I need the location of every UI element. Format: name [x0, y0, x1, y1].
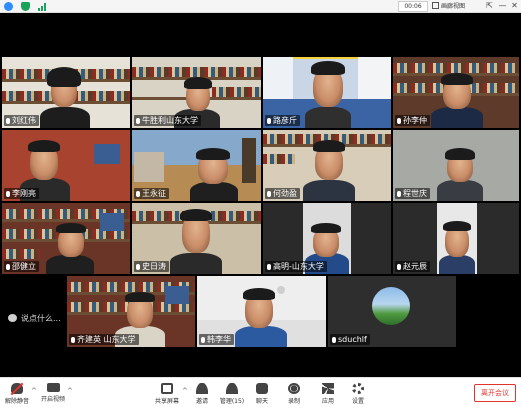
audio-options-caret[interactable]: ^: [31, 387, 37, 395]
participant-name: 程世庆: [395, 188, 430, 199]
start-video-button[interactable]: 开启视频: [40, 383, 66, 403]
video-tile[interactable]: 孙李仲: [393, 57, 519, 128]
mic-muted-icon: [267, 118, 271, 124]
participant-name: 刘红伟: [4, 115, 39, 126]
meeting-timer: 00:06: [398, 1, 428, 12]
video-tile[interactable]: 刘红伟: [2, 57, 130, 128]
video-tile[interactable]: 齐建英 山东大学: [67, 276, 195, 347]
video-tile[interactable]: 邵健立: [2, 203, 130, 274]
mic-muted-icon: [397, 191, 401, 197]
record-icon: [288, 383, 300, 394]
video-tile[interactable]: 李刚亮: [2, 130, 130, 201]
video-tile[interactable]: 何劲盈: [263, 130, 391, 201]
meeting-toolbar: 解除静音 ^ 开启视频 ^ 共享屏幕 ^ 邀请 管理(15) 聊天 录制 应用 …: [0, 377, 521, 409]
video-tile[interactable]: 王永征: [132, 130, 261, 201]
video-tile[interactable]: 程世庆: [393, 130, 519, 201]
close-window-button[interactable]: ✕: [509, 0, 520, 12]
gear-icon: [352, 383, 364, 394]
participant-name: 高明-山东大学: [265, 261, 327, 272]
participant-name: 王永征: [134, 188, 169, 199]
participant-name: 齐建英 山东大学: [69, 334, 139, 345]
camera-icon: [46, 383, 60, 392]
mic-muted-icon: [397, 264, 401, 270]
unmute-button[interactable]: 解除静音: [4, 383, 30, 405]
mic-muted-icon: [6, 118, 10, 124]
participant-name: sduchlf: [330, 334, 370, 345]
mic-muted-icon: [267, 191, 271, 197]
video-tile[interactable]: 史日涛: [132, 203, 261, 274]
leave-meeting-button[interactable]: 离开会议: [474, 384, 516, 402]
participant-name: 李刚亮: [4, 188, 39, 199]
video-tile[interactable]: 韩李华: [197, 276, 326, 347]
video-tile[interactable]: 牛胜利山东大学: [132, 57, 261, 128]
grid-view-icon: [432, 2, 439, 9]
participant-name: 孙李仲: [395, 115, 430, 126]
participant-name: 史日涛: [134, 261, 169, 272]
manage-participants-button[interactable]: 管理(15): [218, 383, 246, 405]
mic-muted-icon: [397, 118, 401, 124]
participant-name: 牛胜利山东大学: [134, 115, 201, 126]
participants-icon: [226, 383, 238, 394]
chat-button[interactable]: 聊天: [252, 383, 272, 405]
record-button[interactable]: 录制: [284, 383, 304, 405]
mic-muted-icon: [71, 337, 75, 343]
share-screen-icon: [161, 383, 173, 394]
apps-icon: [322, 383, 334, 394]
participant-name: 何劲盈: [265, 188, 300, 199]
participant-avatar: [372, 287, 410, 325]
mic-muted-icon: [136, 118, 140, 124]
mic-muted-icon: [201, 337, 205, 343]
invite-button[interactable]: 邀请: [192, 383, 212, 405]
video-tile[interactable]: 赵元辰: [393, 203, 519, 274]
meeting-info-icon[interactable]: [4, 2, 13, 11]
video-tile-active-speaker[interactable]: 路彦斤: [263, 57, 391, 128]
network-signal-icon[interactable]: [38, 2, 47, 11]
mic-muted-icon: [332, 337, 336, 343]
share-screen-button[interactable]: 共享屏幕: [153, 383, 181, 405]
mic-muted-icon: [6, 191, 10, 197]
chat-icon: [256, 383, 268, 394]
settings-button[interactable]: 设置: [348, 383, 368, 405]
mic-muted-icon: [267, 264, 271, 270]
view-mode-label: 画廊视图: [441, 3, 466, 10]
participant-name: 路彦斤: [265, 115, 300, 126]
view-mode-button[interactable]: 画廊视图: [432, 1, 480, 12]
mic-muted-icon: [136, 264, 140, 270]
window-title-bar: 00:06 画廊视图 ⇱ — ✕: [0, 0, 521, 13]
mic-muted-icon: [6, 264, 10, 270]
apps-button[interactable]: 应用: [318, 383, 338, 405]
mic-muted-icon: [136, 191, 140, 197]
security-shield-icon[interactable]: [21, 2, 30, 11]
fullscreen-button[interactable]: ⇱: [484, 0, 495, 12]
participant-name: 赵元辰: [395, 261, 430, 272]
chat-hint[interactable]: 说点什么...: [8, 313, 61, 324]
share-options-caret[interactable]: ^: [182, 387, 188, 395]
participant-name: 邵健立: [4, 261, 39, 272]
minimize-button[interactable]: —: [497, 0, 508, 12]
chat-bubble-icon: [8, 314, 17, 322]
invite-icon: [196, 383, 208, 394]
mic-off-icon: [11, 383, 23, 394]
video-tile[interactable]: 高明-山东大学: [263, 203, 391, 274]
video-options-caret[interactable]: ^: [67, 387, 73, 395]
participant-name: 韩李华: [199, 334, 234, 345]
